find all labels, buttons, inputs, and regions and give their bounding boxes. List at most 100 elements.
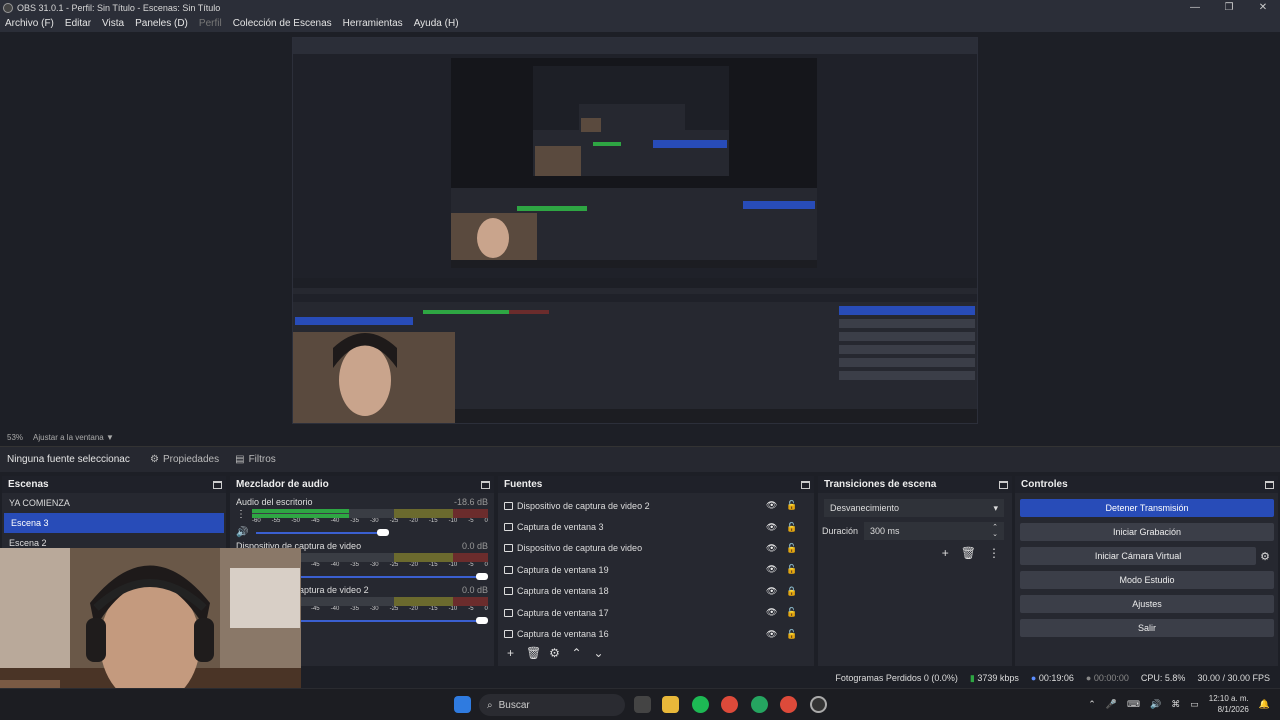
settings-button[interactable]: Ajustes xyxy=(1020,595,1274,613)
minimize-button[interactable]: — xyxy=(1178,0,1212,15)
menu-perfil[interactable]: Perfil xyxy=(194,18,228,29)
chrome-icon[interactable] xyxy=(721,696,738,713)
taskbar-search[interactable]: ⌕ Buscar xyxy=(479,694,625,716)
add-source-icon[interactable]: + xyxy=(504,646,517,660)
kebab-menu-icon[interactable]: ⋮ xyxy=(236,509,246,520)
gear-icon[interactable]: ⚙ xyxy=(1260,550,1270,563)
meter-level-right xyxy=(252,514,349,518)
speaker-icon[interactable]: 🔊 xyxy=(236,527,248,538)
source-item[interactable]: Captura de ventana 3 👁 🔓 xyxy=(498,516,814,537)
lock-icon[interactable]: 🔒 xyxy=(786,586,797,597)
source-item[interactable]: Dispositivo de captura de video 2 👁 🔓 xyxy=(498,495,814,516)
tick-label: -10 xyxy=(448,606,458,612)
eye-icon[interactable]: 👁 xyxy=(766,522,777,533)
add-transition-icon[interactable]: + xyxy=(942,546,949,560)
maximize-button[interactable]: ❐ xyxy=(1212,0,1246,15)
eye-icon[interactable]: 👁 xyxy=(766,629,777,640)
eye-icon[interactable]: 👁 xyxy=(766,586,777,597)
unlock-icon[interactable]: 🔓 xyxy=(786,500,797,511)
menu-editar[interactable]: Editar xyxy=(60,18,97,29)
windows-start-icon[interactable] xyxy=(454,696,471,713)
whatsapp-icon[interactable] xyxy=(751,696,768,713)
menu-paneles[interactable]: Paneles (D) xyxy=(130,18,194,29)
filters-button[interactable]: ▤ Filtros xyxy=(227,454,284,465)
start-virtual-camera-button[interactable]: Iniciar Cámara Virtual xyxy=(1020,547,1257,565)
obs-taskbar-icon[interactable] xyxy=(810,696,827,713)
volume-icon[interactable]: 🔊 xyxy=(1150,699,1161,710)
unlock-icon[interactable]: 🔓 xyxy=(786,629,797,640)
eye-icon[interactable]: 👁 xyxy=(766,543,777,554)
unlock-icon[interactable]: 🔓 xyxy=(786,607,797,618)
scene-item[interactable]: YA COMIENZA xyxy=(2,493,226,513)
volume-knob[interactable] xyxy=(476,573,488,580)
tick-label: -5 xyxy=(468,518,474,524)
scenes-header: Escenas xyxy=(2,476,226,493)
exit-button[interactable]: Salir xyxy=(1020,619,1274,637)
duration-spinbox[interactable]: 300 ms ⌃ ⌄ xyxy=(864,522,1004,540)
menu-archivo[interactable]: Archivo (F) xyxy=(0,18,60,29)
system-tray: ⌃ 🎤 ⌨ 🔊 ⌘ ▭ 12:10 a. m. 8/1/2026 🔔 xyxy=(1088,693,1270,715)
chevron-up-icon[interactable]: ⌃ xyxy=(1088,699,1096,710)
chrome-profile-icon[interactable] xyxy=(780,696,797,713)
source-item[interactable]: Captura de ventana 19 👁 🔓 xyxy=(498,559,814,580)
undock-icon[interactable] xyxy=(801,480,810,489)
properties-button[interactable]: ⚙ Propiedades xyxy=(142,454,227,465)
gear-icon[interactable]: ⚙ xyxy=(548,646,561,660)
eye-icon[interactable]: 👁 xyxy=(766,607,777,618)
keyboard-icon[interactable]: ⌨ xyxy=(1127,699,1140,710)
network-icon[interactable]: ⌘ xyxy=(1171,699,1180,710)
spin-arrows-icon[interactable]: ⌃ ⌄ xyxy=(992,524,998,538)
unlock-icon[interactable]: 🔓 xyxy=(786,522,797,533)
taskbar-clock[interactable]: 12:10 a. m. 8/1/2026 xyxy=(1209,693,1249,715)
tick-label: -15 xyxy=(428,562,438,568)
stop-stream-button[interactable]: Detener Transmisión xyxy=(1020,499,1274,517)
battery-icon[interactable]: ▭ xyxy=(1190,699,1199,710)
source-item[interactable]: Captura de ventana 18 👁 🔒 xyxy=(498,581,814,602)
program-preview[interactable] xyxy=(292,37,978,424)
move-down-icon[interactable]: ⌄ xyxy=(592,646,605,660)
source-item[interactable]: Captura de ventana 16 👁 🔓 xyxy=(498,623,814,644)
menu-coleccion-escenas[interactable]: Colección de Escenas xyxy=(228,18,338,29)
start-recording-button[interactable]: Iniciar Grabación xyxy=(1020,523,1274,541)
studio-mode-button[interactable]: Modo Estudio xyxy=(1020,571,1274,589)
scene-item-selected[interactable]: Escena 3 xyxy=(4,513,224,533)
undock-icon[interactable] xyxy=(999,480,1008,489)
trash-icon[interactable]: 🗑 xyxy=(961,546,976,560)
volume-knob[interactable] xyxy=(476,617,488,624)
fit-to-window-select[interactable]: Ajustar a la ventana ▼ xyxy=(33,433,114,442)
menu-vista[interactable]: Vista xyxy=(97,18,130,29)
undock-icon[interactable] xyxy=(481,480,490,489)
move-up-icon[interactable]: ⌃ xyxy=(570,646,583,660)
microphone-icon[interactable]: 🎤 xyxy=(1106,699,1117,710)
volume-knob[interactable] xyxy=(376,529,389,536)
notification-bell-icon[interactable]: 🔔 xyxy=(1259,699,1270,710)
sources-toolbar: + 🗑 ⚙ ⌃ ⌄ xyxy=(504,646,605,660)
unlock-icon[interactable]: 🔓 xyxy=(786,564,797,575)
menu-ayuda[interactable]: Ayuda (H) xyxy=(409,18,465,29)
sources-header: Fuentes xyxy=(498,476,814,493)
menu-herramientas[interactable]: Herramientas xyxy=(338,18,409,29)
eye-icon[interactable]: 👁 xyxy=(766,500,777,511)
kebab-menu-icon[interactable]: ⋮ xyxy=(988,546,1000,560)
recursive-preview-image xyxy=(293,38,977,423)
transition-select[interactable]: Desvanecimiento ▾ xyxy=(824,499,1004,517)
fps-indicator: 30.00 / 30.00 FPS xyxy=(1197,673,1270,683)
unlock-icon[interactable]: 🔓 xyxy=(786,543,797,554)
task-view-icon[interactable] xyxy=(634,696,651,713)
obs-logo-icon xyxy=(3,2,13,13)
undock-icon[interactable] xyxy=(213,480,222,489)
window-titlebar: OBS 31.0.1 - Perfil: Sin Título - Escena… xyxy=(0,0,1280,15)
volume-slider[interactable] xyxy=(252,529,488,537)
source-name: Captura de ventana 19 xyxy=(517,564,609,575)
undock-icon[interactable] xyxy=(1265,480,1274,489)
eye-icon[interactable]: 👁 xyxy=(766,564,777,575)
trash-icon[interactable]: 🗑 xyxy=(526,646,541,660)
close-button[interactable]: ✕ xyxy=(1246,0,1280,15)
spotify-icon[interactable] xyxy=(692,696,709,713)
record-time: 00:00:00 xyxy=(1093,673,1129,683)
source-name: Captura de ventana 18 xyxy=(517,586,609,597)
source-item[interactable]: Dispositivo de captura de video 👁 🔓 xyxy=(498,538,814,559)
tick-label: -35 xyxy=(350,606,359,612)
file-explorer-icon[interactable] xyxy=(662,696,679,713)
source-item[interactable]: Captura de ventana 17 👁 🔓 xyxy=(498,602,814,623)
